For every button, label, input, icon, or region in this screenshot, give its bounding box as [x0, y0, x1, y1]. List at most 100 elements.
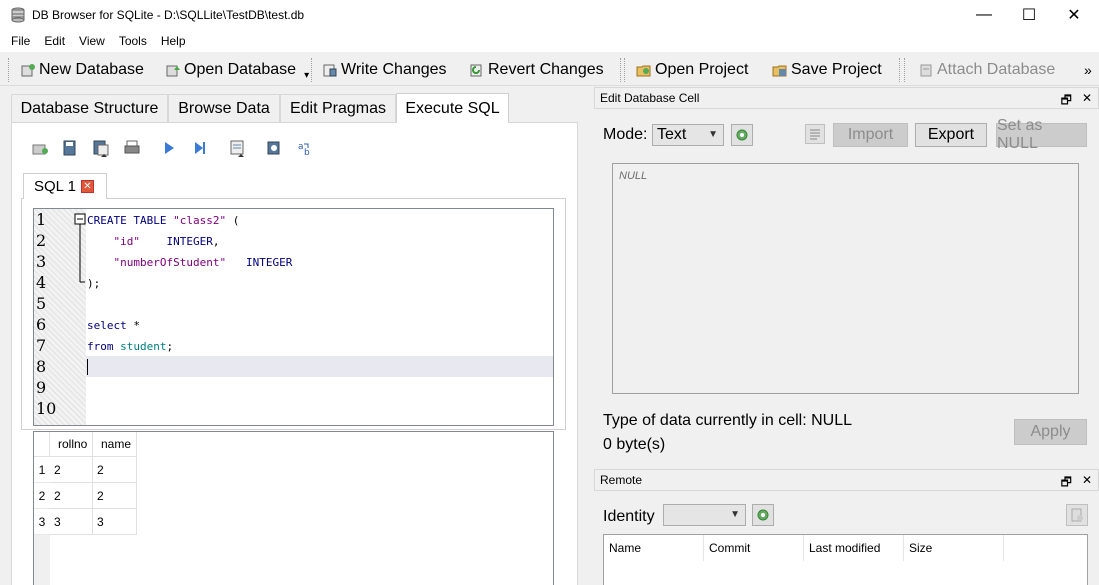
tab-browse-data[interactable]: Browse Data: [168, 94, 280, 122]
close-dock-icon[interactable]: ✕: [1082, 91, 1092, 112]
identity-select[interactable]: ▼: [663, 504, 746, 526]
new-database-button[interactable]: New Database: [20, 60, 144, 80]
line-number: 7: [36, 336, 47, 355]
column-header-last-modified[interactable]: Last modified: [804, 535, 904, 561]
float-dock-icon[interactable]: 🗗: [1061, 473, 1072, 494]
attach-database-button[interactable]: Attach Database: [918, 60, 1055, 80]
line-number: 6: [36, 315, 47, 334]
set-as-null-button[interactable]: Set as NULL: [996, 117, 1087, 152]
attach-database-label: Attach Database: [937, 61, 1056, 78]
remote-action-button[interactable]: [1066, 504, 1088, 526]
tab-edit-pragmas[interactable]: Edit Pragmas: [280, 94, 396, 122]
column-header-size[interactable]: Size: [904, 535, 1004, 561]
table-cell[interactable]: 2: [50, 457, 93, 483]
edit-cell-title: Edit Database Cell: [600, 91, 700, 105]
table-cell[interactable]: 2: [50, 483, 93, 509]
code-line-7: from student;: [87, 336, 173, 357]
tab-execute-sql[interactable]: Execute SQL: [396, 93, 509, 123]
sql-punct: ;: [166, 340, 174, 353]
table-cell[interactable]: 3: [93, 509, 137, 535]
row-header-filler: [34, 535, 50, 585]
toolbar-grip: [624, 58, 626, 82]
menu-edit[interactable]: Edit: [37, 30, 72, 52]
main-toolbar: New Database Open Database ▾ Write Chang…: [0, 52, 1099, 86]
save-results-icon[interactable]: [229, 139, 247, 157]
toolbar-separator: [620, 58, 622, 82]
write-changes-button[interactable]: Write Changes: [322, 60, 447, 80]
revert-changes-button[interactable]: Revert Changes: [469, 60, 604, 80]
remote-push-icon: [1071, 508, 1083, 522]
maximize-button[interactable]: ☐: [1006, 0, 1052, 30]
open-sql-file-icon[interactable]: [61, 139, 79, 157]
new-database-icon: [21, 64, 35, 77]
save-project-button[interactable]: Save Project: [772, 60, 882, 80]
toolbar-separator: [899, 58, 901, 82]
database-app-icon: [11, 7, 25, 23]
find-replace-icon[interactable]: ab: [296, 139, 314, 157]
row-header[interactable]: 3: [34, 509, 50, 535]
write-changes-label: Write Changes: [341, 61, 447, 78]
save-sql-file-icon[interactable]: [92, 139, 110, 157]
table-cell[interactable]: 2: [93, 457, 137, 483]
column-header-commit[interactable]: Commit: [704, 535, 804, 561]
menu-help[interactable]: Help: [154, 30, 193, 52]
tab-database-structure[interactable]: Database Structure: [11, 94, 168, 122]
word-wrap-button[interactable]: [805, 124, 825, 144]
title-bar: DB Browser for SQLite - D:\SQLLite\TestD…: [0, 0, 1099, 30]
open-database-dropdown-icon[interactable]: ▾: [304, 70, 309, 81]
menu-tools[interactable]: Tools: [112, 30, 154, 52]
auto-format-button[interactable]: [731, 124, 753, 146]
code-line-6: select *: [87, 315, 140, 336]
sql-keyword: select: [87, 319, 127, 332]
cell-value-editor[interactable]: NULL: [612, 163, 1079, 394]
sql-string: "id": [113, 235, 141, 248]
import-button[interactable]: Import: [833, 123, 908, 147]
find-text-icon[interactable]: [265, 139, 283, 157]
column-header-rollno[interactable]: rollno: [50, 432, 93, 457]
close-window-button[interactable]: ✕: [1051, 0, 1097, 30]
close-dock-icon[interactable]: ✕: [1082, 473, 1092, 494]
settings-gear-icon: [757, 509, 769, 521]
results-grid[interactable]: rollno name 1 2 2 2 2 2 3 3 3: [33, 431, 554, 585]
identity-settings-button[interactable]: [752, 504, 774, 526]
print-icon[interactable]: [123, 139, 141, 157]
row-header[interactable]: 1: [34, 457, 50, 483]
cell-type-info: Type of data currently in cell: NULL: [603, 412, 853, 429]
toolbar-overflow-button[interactable]: »: [1084, 60, 1092, 80]
apply-button[interactable]: Apply: [1014, 419, 1087, 445]
minimize-button[interactable]: —: [961, 0, 1007, 30]
menu-view[interactable]: View: [72, 30, 112, 52]
sql-tab-1[interactable]: SQL 1 ✕: [23, 173, 107, 199]
sql-editor[interactable]: 1 2 3 4 5 6 7 8 9 10 CREATE TABLE "class…: [33, 208, 554, 426]
open-project-label: Open Project: [655, 61, 749, 78]
sql-punct: ,: [212, 235, 220, 248]
execute-current-line-icon[interactable]: [191, 139, 209, 157]
sql-keyword: INTEGER: [166, 235, 213, 248]
mode-select[interactable]: Text ▼: [652, 124, 724, 146]
menu-file[interactable]: File: [4, 30, 37, 52]
edit-cell-dock-title: Edit Database Cell 🗗 ✕: [594, 87, 1099, 109]
write-changes-icon: [323, 64, 337, 77]
revert-changes-label: Revert Changes: [488, 61, 604, 78]
column-header-name[interactable]: name: [93, 432, 137, 457]
float-dock-icon[interactable]: 🗗: [1061, 91, 1072, 112]
execute-all-icon[interactable]: [160, 139, 178, 157]
table-cell[interactable]: 2: [93, 483, 137, 509]
window-title: DB Browser for SQLite - D:\SQLLite\TestD…: [32, 8, 305, 22]
open-project-button[interactable]: Open Project: [636, 60, 748, 80]
export-button[interactable]: Export: [915, 123, 987, 147]
row-header[interactable]: 2: [34, 483, 50, 509]
sql-tab-label: SQL 1: [34, 178, 76, 195]
open-database-button[interactable]: Open Database ▾: [165, 60, 309, 81]
mode-value: Text: [657, 126, 687, 143]
table-cell[interactable]: 3: [50, 509, 93, 535]
remote-files-table[interactable]: Name Commit Last modified Size: [603, 534, 1088, 585]
open-database-icon: [166, 65, 180, 77]
code-line-2: "id" INTEGER,: [87, 231, 220, 252]
dock-buttons: 🗗 ✕: [1061, 473, 1092, 494]
close-tab-icon[interactable]: ✕: [80, 180, 94, 193]
remote-title: Remote: [600, 473, 643, 487]
column-header-name[interactable]: Name: [604, 535, 704, 561]
open-tab-icon[interactable]: [31, 139, 49, 157]
text-caret: [87, 359, 88, 375]
